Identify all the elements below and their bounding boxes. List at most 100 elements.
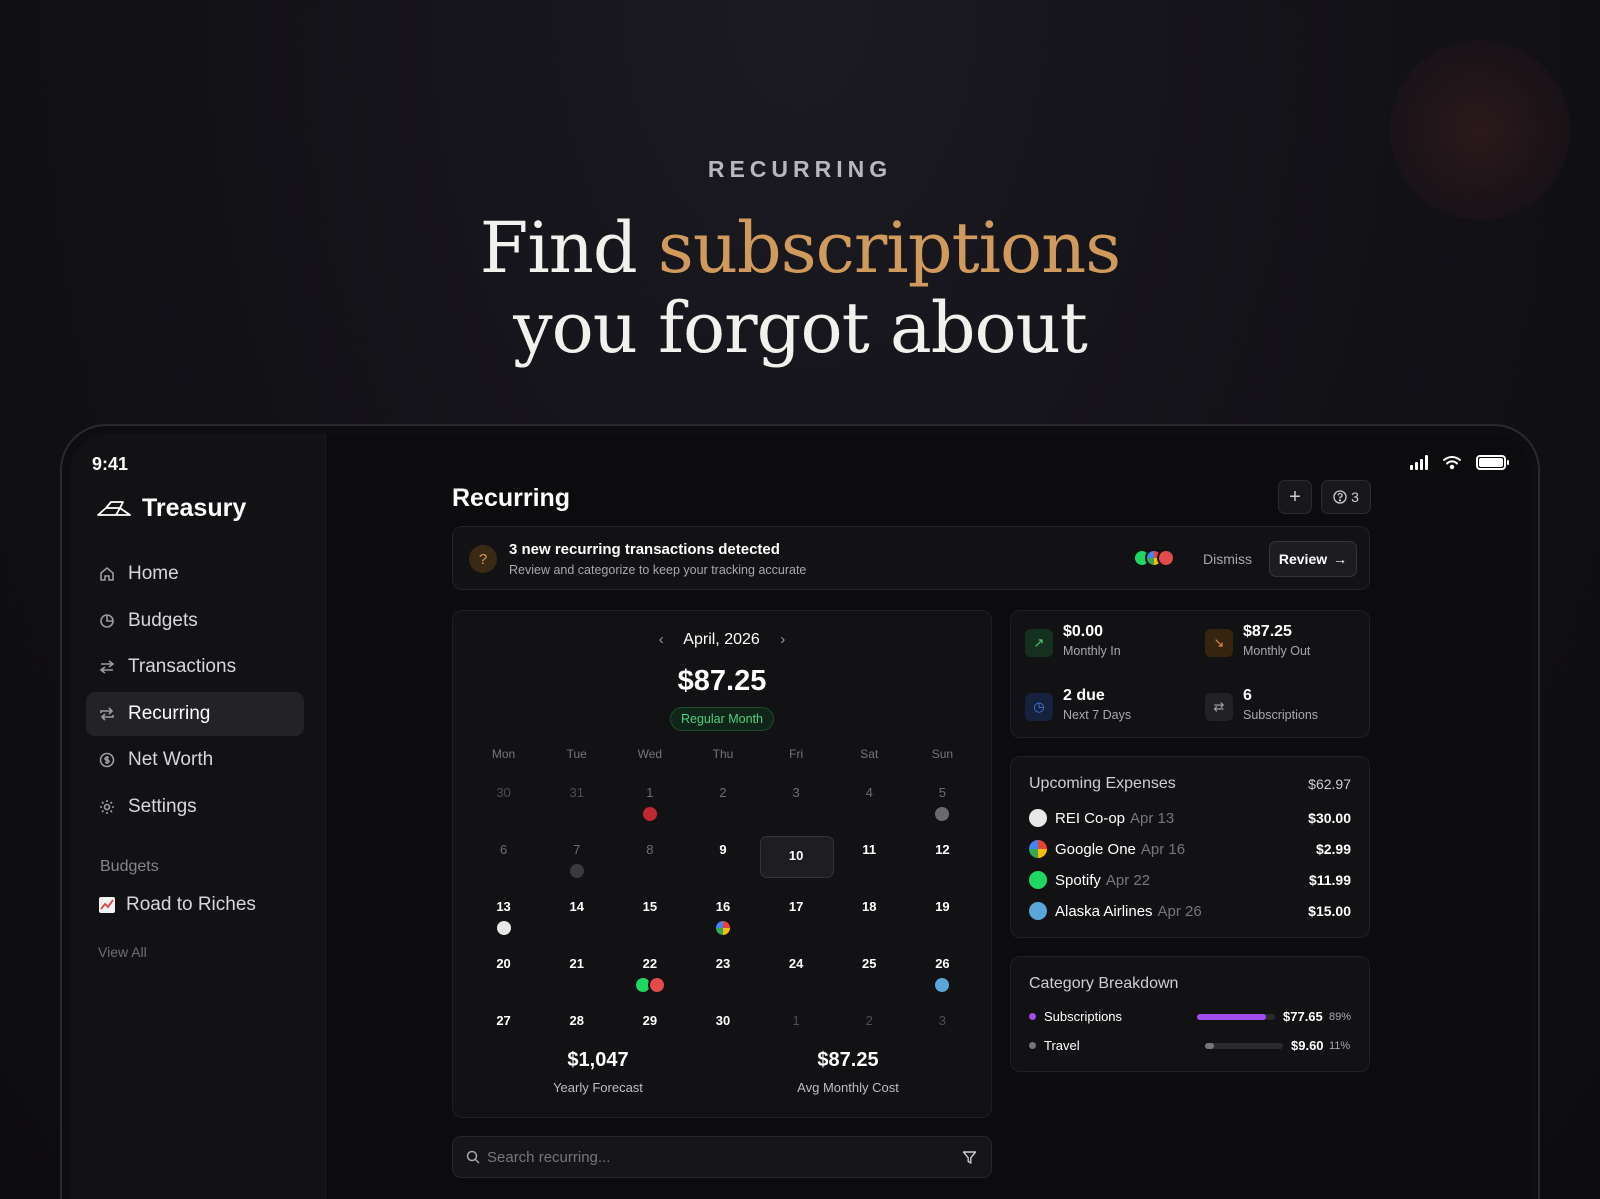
month-nav: ‹ April, 2026 › xyxy=(453,631,991,649)
calendar-day[interactable]: 16 xyxy=(686,893,759,950)
nav-item-home[interactable]: Home xyxy=(86,552,304,596)
tablet-screen: 9:41 Treasury Home Budgets Transactions … xyxy=(70,434,1530,1199)
nav-item-budgets[interactable]: Budgets xyxy=(86,599,304,643)
calendar-day[interactable]: 22 xyxy=(613,950,686,1007)
calendar-day-number: 28 xyxy=(569,1013,584,1028)
calendar-day[interactable]: 12 xyxy=(906,836,979,893)
search-input[interactable] xyxy=(487,1137,947,1177)
add-button[interactable]: + xyxy=(1278,480,1312,514)
gear-icon xyxy=(100,799,114,814)
status-time: 9:41 xyxy=(92,454,129,474)
calendar-day[interactable]: 19 xyxy=(906,893,979,950)
calendar-day[interactable]: 31 xyxy=(540,779,613,836)
brand[interactable]: Treasury xyxy=(96,494,246,523)
day-merchant-logos xyxy=(613,976,686,994)
calendar-day[interactable]: 9 xyxy=(686,836,759,893)
review-button[interactable]: Review → xyxy=(1269,541,1357,577)
calendar-day[interactable]: 30 xyxy=(467,779,540,836)
calendar-day[interactable]: 20 xyxy=(467,950,540,1007)
headline-part-b: you forgot about xyxy=(513,287,1088,369)
google-logo-icon xyxy=(713,919,732,937)
weekday: Wed xyxy=(637,747,663,761)
help-button[interactable]: 3 xyxy=(1321,480,1371,514)
calendar-day[interactable]: 5 xyxy=(906,779,979,836)
calendar-day-number: 27 xyxy=(496,1013,511,1028)
calendar-day[interactable]: 15 xyxy=(613,893,686,950)
chevron-left-icon[interactable]: ‹ xyxy=(659,631,664,648)
view-all-link[interactable]: View All xyxy=(98,944,147,960)
weekday: Sat xyxy=(860,747,879,761)
calendar-day[interactable]: 25 xyxy=(833,950,906,1007)
page-title: Recurring xyxy=(452,484,571,512)
hero-eyebrow: RECURRING xyxy=(707,156,893,182)
budgets-section-title: Budgets xyxy=(100,858,159,875)
sidebar: 9:41 Treasury Home Budgets Transactions … xyxy=(70,434,326,1199)
cellular-signal-icon xyxy=(1410,454,1428,470)
yearly-forecast: $1,047 Yearly Forecast xyxy=(473,1049,723,1095)
wifi-icon xyxy=(1443,456,1461,470)
nav-item-transactions[interactable]: Transactions xyxy=(86,645,304,689)
nav-item-net-worth[interactable]: Net Worth xyxy=(86,738,304,782)
category-bar-fill xyxy=(1205,1043,1214,1049)
calendar-day[interactable]: 14 xyxy=(540,893,613,950)
calendar-day[interactable]: 26 xyxy=(906,950,979,1007)
dollar-circle-icon xyxy=(99,752,115,768)
calendar-day-number: 22 xyxy=(642,956,658,971)
expense-row[interactable]: REI Co-op Apr 13 $30.00 xyxy=(1029,809,1351,827)
calendar-day[interactable]: 18 xyxy=(833,893,906,950)
calendar-day-number: 7 xyxy=(573,842,581,857)
calendar-day[interactable]: 4 xyxy=(833,779,906,836)
expense-row[interactable]: Google One Apr 16 $2.99 xyxy=(1029,840,1351,858)
weekday: Tue xyxy=(566,747,587,761)
expense-name: REI Co-op xyxy=(1055,809,1126,827)
calendar-day-number: 19 xyxy=(935,899,950,914)
weekday: Mon xyxy=(491,747,516,761)
yearly-label: Yearly Forecast xyxy=(553,1080,643,1095)
calendar-day[interactable]: 21 xyxy=(540,950,613,1007)
calendar-day-number: 4 xyxy=(865,785,873,800)
calendar-day[interactable]: 13 xyxy=(467,893,540,950)
stats-card: ↗ $0.00 Monthly In ↘ $87.25 Monthly Out ◷ … xyxy=(1010,610,1370,738)
calendar-day[interactable]: 11 xyxy=(833,836,906,893)
nav-item-recurring[interactable]: Recurring xyxy=(86,691,304,736)
calendar-day[interactable]: 8 xyxy=(613,836,686,893)
expense-name: Alaska Airlines xyxy=(1055,902,1153,920)
calendar-day-number: 10 xyxy=(788,848,804,863)
calendar-day-today[interactable]: 10 xyxy=(759,836,834,893)
chevron-right-icon[interactable]: › xyxy=(780,631,785,648)
pie-icon xyxy=(100,613,114,628)
calendar-day[interactable]: 1 xyxy=(613,779,686,836)
calendar-day[interactable]: 3 xyxy=(760,779,833,836)
nav-item-settings[interactable]: Settings xyxy=(86,785,304,829)
question-icon: ? xyxy=(469,545,497,573)
budget-item-road-to-riches[interactable]: Road to Riches xyxy=(98,894,256,916)
yearly-value: $1,047 xyxy=(567,1049,629,1071)
expense-row[interactable]: Spotify Apr 22 $11.99 xyxy=(1029,871,1351,889)
calendar-grid: 30 31 1 2 3 4 5 6 7 8 9 10 11 12 13 14 15 16 17 18 19 20 21 22 2… xyxy=(467,779,979,1064)
calendar-day[interactable]: 24 xyxy=(760,950,833,1007)
calendar-day-number: 1 xyxy=(792,1013,800,1028)
sidebar-nav: Home Budgets Transactions Recurring Net … xyxy=(86,552,304,831)
category-name: Subscriptions xyxy=(1044,1009,1123,1024)
calendar-day-number: 1 xyxy=(646,785,654,800)
category-percent: 11% xyxy=(1329,1040,1351,1052)
expense-amount: $11.99 xyxy=(1308,872,1351,888)
calendar-day[interactable]: 7 xyxy=(540,836,613,893)
calendar-day[interactable]: 2 xyxy=(686,779,759,836)
rei-logo-icon xyxy=(494,919,513,937)
stat-monthly-out: ↘ $87.25 Monthly Out xyxy=(1205,623,1310,658)
nav-label: Budgets xyxy=(128,609,198,631)
avg-value: $87.25 xyxy=(817,1049,879,1071)
expense-row[interactable]: Alaska Airlines Apr 26 $15.00 xyxy=(1029,902,1351,920)
category-title: Category Breakdown xyxy=(1029,975,1179,992)
calendar-day[interactable]: 17 xyxy=(760,893,833,950)
calendar-day[interactable]: 6 xyxy=(467,836,540,893)
calendar-day-number: 30 xyxy=(715,1013,731,1028)
calendar-day[interactable]: 23 xyxy=(686,950,759,1007)
filter-icon[interactable] xyxy=(962,1150,977,1165)
calendar-day-number: 20 xyxy=(496,956,511,971)
stat-label: Monthly Out xyxy=(1243,644,1311,658)
calendar-day-number: 23 xyxy=(715,956,731,971)
alaska-airlines-logo-icon xyxy=(933,976,952,994)
dismiss-button[interactable]: Dismiss xyxy=(1203,551,1252,567)
